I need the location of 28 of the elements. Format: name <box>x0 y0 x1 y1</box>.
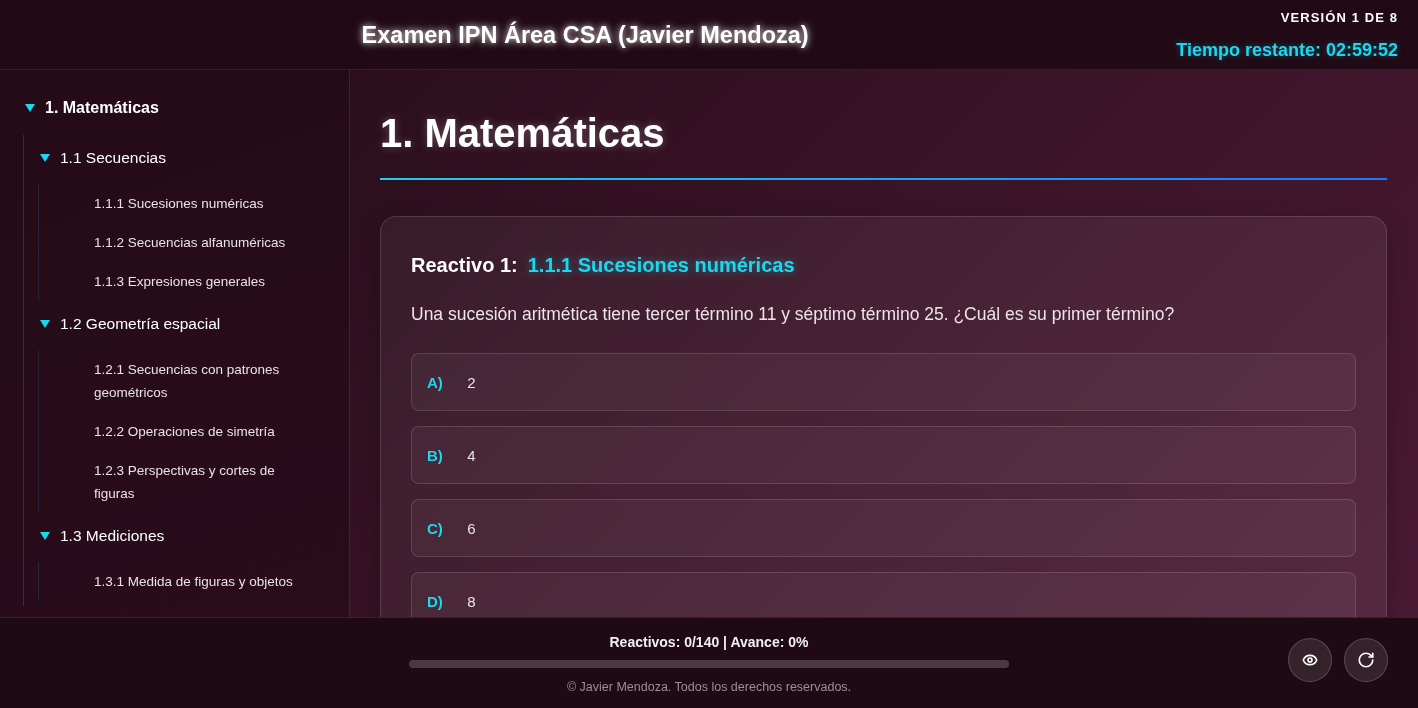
answer-option[interactable]: A) 2 <box>411 353 1356 411</box>
copyright-text: © Javier Mendoza. Todos los derechos reservados. <box>566 679 852 695</box>
refresh-icon <box>1357 651 1375 669</box>
question-topic: 1.1.1 Sucesiones numéricas <box>527 253 795 278</box>
sidebar-link[interactable]: 1.2.1 Secuencias con patrones geométricos <box>94 350 306 412</box>
sidebar-item[interactable]: 1.1 Secuencias <box>40 140 349 176</box>
answer-option[interactable]: D) 8 <box>411 572 1356 617</box>
sidebar-link[interactable]: 1.3.1 Medida de figuras y objetos <box>94 562 306 601</box>
sidebar-item[interactable]: 1. Matemáticas <box>0 90 349 126</box>
answer-option[interactable]: C) 6 <box>411 499 1356 557</box>
sidebar-item[interactable]: 1.2 Geometría espacial <box>40 306 349 342</box>
question-text: Una sucesión aritmética tiene tercer término 11 y séptimo término 25. ¿Cuál es su primer término? <box>411 303 1176 326</box>
reset-button[interactable] <box>1344 638 1388 682</box>
sidebar-link[interactable]: 1.1.2 Secuencias alfanuméricas <box>94 223 306 262</box>
sidebar-item[interactable]: 1.3 Mediciones <box>40 518 349 554</box>
exam-title: Examen IPN Área CSA (Javier Mendoza) <box>361 20 809 50</box>
section-title: 1. Matemáticas <box>380 110 1387 180</box>
question-number: Reactivo 1: <box>411 253 518 278</box>
answer-option[interactable]: B) 4 <box>411 426 1356 484</box>
eye-icon <box>1302 652 1318 668</box>
sidebar-link[interactable]: 1.1.3 Expresiones generales <box>94 262 306 301</box>
timer: Tiempo restante: 02:59:52 <box>1176 39 1398 60</box>
sidebar-link[interactable]: 1.2.3 Perspectivas y cortes de figuras <box>94 451 306 513</box>
sidebar-link[interactable]: 1.1.1 Sucesiones numéricas <box>94 184 306 223</box>
version-label: VERSIÓN 1 DE 8 <box>1280 9 1398 26</box>
sidebar-link[interactable]: 1.2.2 Operaciones de simetría <box>94 412 306 451</box>
progress-text: Reactivos: 0/140 | Avance: 0% <box>609 634 809 650</box>
preview-button[interactable] <box>1288 638 1332 682</box>
